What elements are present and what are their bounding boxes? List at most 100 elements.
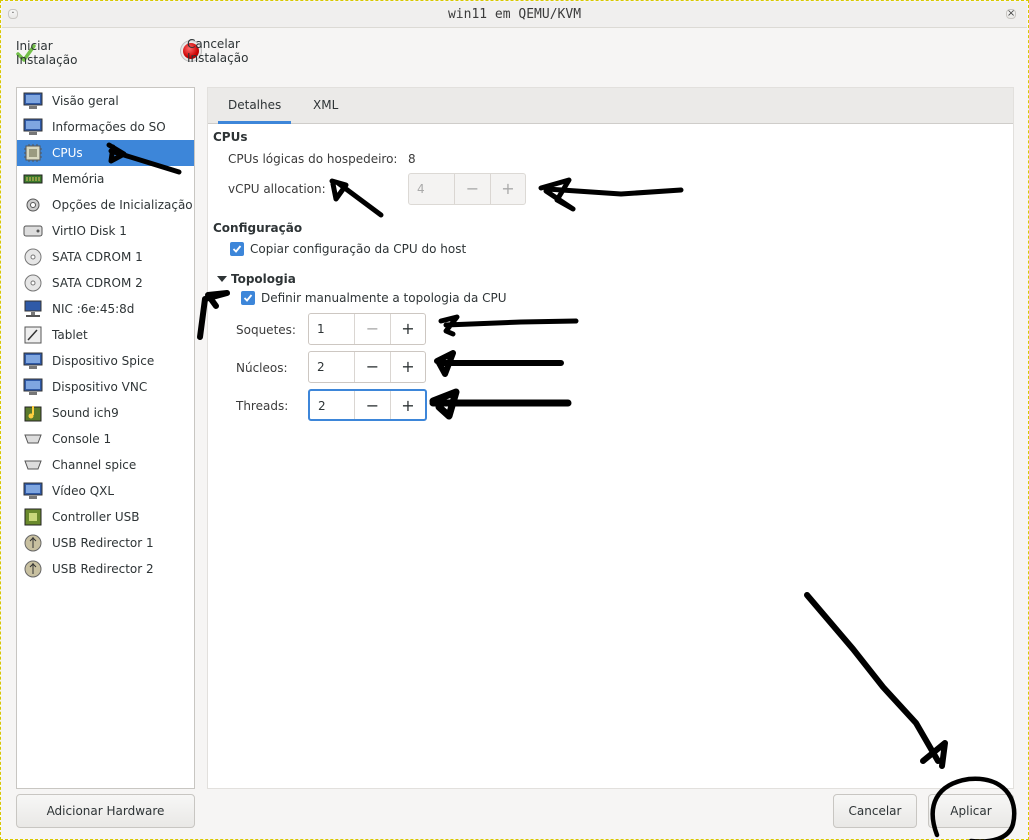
vcpu-allocation-spinner: 4 − + bbox=[408, 173, 526, 205]
threads-value[interactable]: 2 bbox=[310, 391, 355, 419]
manual-topology-label: Definir manualmente a topologia da CPU bbox=[261, 291, 507, 305]
checkbox-checked-icon bbox=[230, 242, 244, 256]
vcpu-decrement-button: − bbox=[465, 179, 480, 198]
cancel-install-label: Cancelar Instalação bbox=[187, 37, 249, 65]
sidebar-item[interactable]: Visão geral bbox=[17, 88, 194, 114]
sidebar-item[interactable]: USB Redirector 2 bbox=[17, 556, 194, 582]
vcpu-allocation-value: 4 bbox=[409, 174, 455, 204]
monitor-icon bbox=[22, 377, 44, 397]
sidebar-item-label: Vídeo QXL bbox=[52, 484, 115, 498]
sidebar-item[interactable]: SATA CDROM 1 bbox=[17, 244, 194, 270]
sockets-label: Soquetes: bbox=[236, 323, 296, 337]
app-window: · win11 em QEMU/KVM × Iniciar Instalação… bbox=[0, 0, 1029, 840]
configuration-section-title: Configuração bbox=[213, 221, 303, 235]
topology-expander[interactable]: Topologia bbox=[217, 272, 296, 286]
window-title: win11 em QEMU/KVM bbox=[447, 7, 582, 22]
cdrom-icon bbox=[22, 247, 44, 267]
vcpu-allocation-label: vCPU allocation: bbox=[228, 182, 326, 196]
cpus-section-title: CPUs bbox=[213, 130, 248, 144]
sockets-increment-button[interactable]: + bbox=[390, 314, 425, 344]
sidebar-item-label: SATA CDROM 1 bbox=[52, 250, 143, 264]
cpu-icon bbox=[22, 143, 44, 163]
apply-button[interactable]: Aplicar bbox=[928, 794, 1014, 828]
title-bar: · win11 em QEMU/KVM × bbox=[2, 2, 1027, 28]
sidebar-item-label: Console 1 bbox=[52, 432, 112, 446]
sidebar-item-label: Visão geral bbox=[52, 94, 119, 108]
cores-increment-button[interactable]: + bbox=[390, 352, 425, 382]
network-icon bbox=[22, 299, 44, 319]
cores-value[interactable]: 2 bbox=[309, 352, 355, 382]
sidebar-item-label: Informações do SO bbox=[52, 120, 166, 134]
sidebar-item-label: Memória bbox=[52, 172, 105, 186]
tablet-icon bbox=[22, 325, 44, 345]
sidebar-item-label: Sound ich9 bbox=[52, 406, 119, 420]
controller-icon bbox=[22, 507, 44, 527]
monitor-icon bbox=[22, 91, 44, 111]
sockets-value[interactable]: 1 bbox=[309, 314, 355, 344]
cores-decrement-button[interactable]: − bbox=[355, 352, 390, 382]
sidebar-item[interactable]: Informações do SO bbox=[17, 114, 194, 140]
sidebar-item-label: Controller USB bbox=[52, 510, 140, 524]
monitor-icon bbox=[22, 351, 44, 371]
cores-label: Núcleos: bbox=[236, 361, 288, 375]
hardware-list[interactable]: Visão geral Informações do SO CPUs Memória O… bbox=[16, 87, 195, 789]
sidebar-item[interactable]: Channel spice bbox=[17, 452, 194, 478]
cancel-button[interactable]: Cancelar bbox=[833, 794, 917, 828]
memory-icon bbox=[22, 169, 44, 189]
details-panel: Detalhes XML CPUs CPUs lógicas do hosped… bbox=[207, 87, 1014, 789]
sidebar-item[interactable]: Sound ich9 bbox=[17, 400, 194, 426]
sidebar-item-label: Opções de Inicialização bbox=[52, 198, 193, 212]
sidebar-item-label: Channel spice bbox=[52, 458, 137, 472]
begin-install-button[interactable]: Iniciar Instalação bbox=[16, 39, 77, 67]
threads-decrement-button[interactable]: − bbox=[355, 391, 390, 419]
cores-spinner[interactable]: 2 − + bbox=[308, 351, 426, 383]
sidebar-item[interactable]: SATA CDROM 2 bbox=[17, 270, 194, 296]
add-hardware-button[interactable]: Adicionar Hardware bbox=[16, 794, 195, 828]
sidebar-item[interactable]: VirtIO Disk 1 bbox=[17, 218, 194, 244]
cdrom-icon bbox=[22, 273, 44, 293]
host-logical-cpus-label: CPUs lógicas do hospedeiro: bbox=[228, 152, 398, 166]
copy-host-cpu-label: Copiar configuração da CPU do host bbox=[250, 242, 467, 256]
sidebar-item[interactable]: Dispositivo VNC bbox=[17, 374, 194, 400]
tab-bar: Detalhes XML bbox=[208, 88, 1013, 124]
sidebar-item[interactable]: CPUs bbox=[17, 140, 194, 166]
cancel-install-button[interactable]: Cancelar Instalação bbox=[183, 37, 248, 65]
sockets-decrement-button[interactable]: − bbox=[355, 314, 390, 344]
sidebar-item[interactable]: NIC :6e:45:8d bbox=[17, 296, 194, 322]
tab-xml[interactable]: XML bbox=[303, 88, 348, 124]
sidebar-item[interactable]: Vídeo QXL bbox=[17, 478, 194, 504]
sidebar-item-label: USB Redirector 1 bbox=[52, 536, 154, 550]
gear-icon bbox=[22, 195, 44, 215]
sound-icon bbox=[22, 403, 44, 423]
serial-icon bbox=[22, 455, 44, 475]
sidebar-item-label: SATA CDROM 2 bbox=[52, 276, 143, 290]
sockets-spinner[interactable]: 1 − + bbox=[308, 313, 426, 345]
close-icon[interactable]: × bbox=[1006, 9, 1016, 19]
sidebar-item-label: USB Redirector 2 bbox=[52, 562, 154, 576]
monitor-icon bbox=[22, 481, 44, 501]
vcpu-increment-button: + bbox=[490, 174, 525, 204]
sidebar-item[interactable]: Opções de Inicialização bbox=[17, 192, 194, 218]
threads-increment-button[interactable]: + bbox=[390, 391, 425, 419]
manual-topology-checkbox[interactable]: Definir manualmente a topologia da CPU bbox=[241, 291, 507, 305]
sidebar-item-label: NIC :6e:45:8d bbox=[52, 302, 135, 316]
sidebar-item[interactable]: Console 1 bbox=[17, 426, 194, 452]
sidebar-item-label: CPUs bbox=[52, 146, 83, 160]
sidebar-item[interactable]: USB Redirector 1 bbox=[17, 530, 194, 556]
host-logical-cpus-value: 8 bbox=[408, 152, 416, 166]
disk-icon bbox=[22, 221, 44, 241]
threads-label: Threads: bbox=[236, 399, 289, 413]
sidebar-item[interactable]: Dispositivo Spice bbox=[17, 348, 194, 374]
sidebar-item[interactable]: Tablet bbox=[17, 322, 194, 348]
sidebar-item[interactable]: Memória bbox=[17, 166, 194, 192]
copy-host-cpu-checkbox[interactable]: Copiar configuração da CPU do host bbox=[230, 242, 466, 256]
serial-icon bbox=[22, 429, 44, 449]
threads-spinner[interactable]: 2 − + bbox=[308, 389, 427, 421]
expander-triangle-icon bbox=[217, 276, 227, 282]
usb-icon bbox=[22, 559, 44, 579]
tab-details[interactable]: Detalhes bbox=[218, 88, 292, 124]
toolbar: Iniciar Instalação Cancelar Instalação bbox=[2, 29, 1027, 79]
sidebar-item-label: Dispositivo VNC bbox=[52, 380, 148, 394]
sidebar-item[interactable]: Controller USB bbox=[17, 504, 194, 530]
sidebar-item-label: Dispositivo Spice bbox=[52, 354, 155, 368]
